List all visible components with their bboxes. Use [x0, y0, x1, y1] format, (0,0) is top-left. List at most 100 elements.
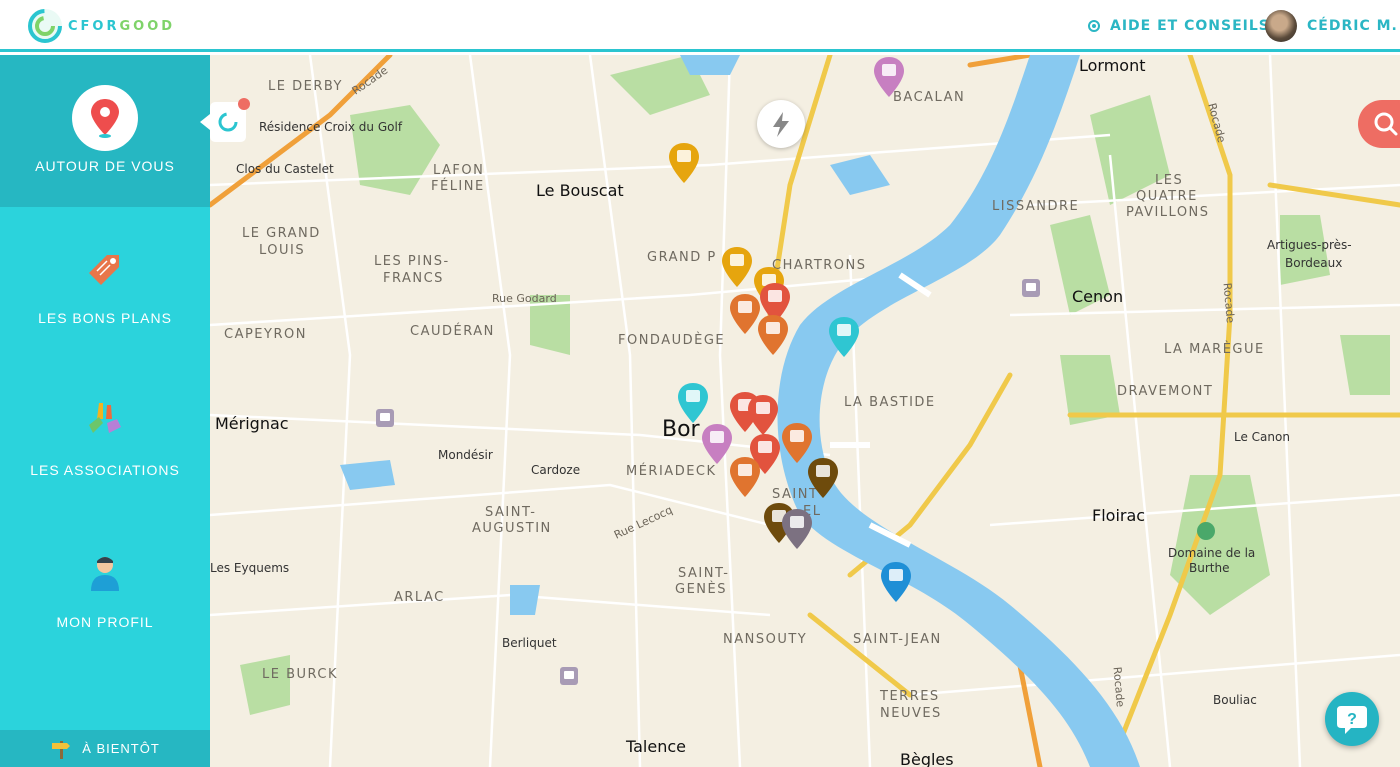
logo-mark-icon — [28, 9, 62, 43]
map-label: AUGUSTIN — [472, 521, 552, 536]
sidebar: AUTOUR DE VOUS LES BONS PLANS LES ASSOCI… — [0, 55, 210, 767]
lightning-icon — [773, 112, 789, 137]
marker-hair[interactable] — [780, 507, 814, 551]
map-label: CAUDÉRAN — [410, 324, 495, 339]
chat-question-icon: ? — [1337, 706, 1367, 734]
map-label: Talence — [626, 737, 686, 756]
sidebar-item-associations[interactable]: LES ASSOCIATIONS — [0, 359, 210, 511]
map-label: Floirac — [1092, 506, 1146, 525]
help-link[interactable]: AIDE ET CONSEILS — [1088, 18, 1270, 34]
map-label: TERRES — [880, 689, 940, 704]
map-view[interactable]: LE DERBY Résidence Croix du Golf Clos du… — [210, 55, 1400, 767]
map-label: GENÈS — [675, 582, 727, 597]
map-label: QUATRE — [1136, 189, 1198, 204]
marker-cafe-1[interactable] — [806, 456, 840, 500]
user-icon — [91, 557, 119, 591]
map-label: Domaine de la — [1168, 546, 1256, 560]
marker-gift-3[interactable] — [746, 393, 780, 437]
map-label: Bordeaux — [1285, 256, 1343, 270]
map-label: DRAVEMONT — [1117, 384, 1214, 399]
map-notification-button[interactable] — [200, 98, 252, 146]
logo-text-part-2: GOOD — [119, 18, 176, 34]
map-label: SAINT- — [485, 505, 537, 520]
map-label: LE DERBY — [268, 79, 343, 94]
map-label: Bouliac — [1213, 693, 1257, 707]
map-label: LOUIS — [259, 243, 306, 258]
map-label: Cenon — [1072, 287, 1124, 306]
map-label: Rocade — [1110, 666, 1127, 708]
map-label: Rue Godard — [492, 292, 557, 305]
map-label: FÉLINE — [431, 179, 485, 194]
marker-orange-2[interactable] — [756, 313, 790, 357]
map-label: CAPEYRON — [224, 327, 307, 342]
marker-theatre[interactable] — [879, 560, 913, 604]
lightning-button[interactable] — [757, 100, 805, 148]
map-label: LA BASTIDE — [844, 395, 936, 410]
logo-text: CFORGOOD — [68, 19, 175, 34]
help-chat-button[interactable]: ? — [1325, 692, 1379, 746]
location-pin-icon — [72, 85, 138, 151]
map-label: Rocade — [1220, 282, 1237, 324]
map-label: Les Eyquems — [210, 561, 290, 575]
marker-association-1[interactable] — [827, 315, 861, 359]
marker-shop-1[interactable] — [667, 141, 701, 185]
marker-health-2[interactable] — [872, 55, 906, 99]
map-label: Lormont — [1079, 56, 1146, 75]
map-label: LE BURCK — [262, 667, 339, 682]
cforgood-badge-icon — [200, 98, 250, 142]
map-label: FRANCS — [383, 271, 444, 286]
map-label: CHARTRONS — [772, 258, 867, 273]
marker-association-2[interactable] — [676, 381, 710, 425]
search-button[interactable] — [1358, 100, 1400, 148]
search-icon — [1374, 112, 1398, 136]
svg-text:?: ? — [1347, 711, 1357, 728]
sidebar-item-label: LES BONS PLANS — [38, 310, 172, 326]
logo-text-part-1: CFOR — [68, 18, 120, 34]
map-label: Berliquet — [502, 636, 557, 650]
map-label: GRAND P — [647, 250, 717, 265]
hands-icon — [89, 403, 121, 433]
map-label: LA MARÈGUE — [1164, 342, 1265, 357]
map-label: LES PINS- — [374, 254, 450, 269]
avatar — [1265, 10, 1297, 42]
sidebar-item-label: LES ASSOCIATIONS — [30, 462, 180, 478]
map-label: Artigues-près- — [1267, 238, 1352, 252]
map-label: NANSOUTY — [723, 632, 808, 647]
help-icon — [1088, 20, 1100, 32]
map-label: ARLAC — [394, 590, 445, 605]
user-name: CÉDRIC M. — [1307, 18, 1398, 34]
map-label: LAFON — [433, 163, 485, 178]
map-label: LE GRAND — [242, 226, 321, 241]
sidebar-item-profil[interactable]: MON PROFIL — [0, 511, 210, 663]
logout-button[interactable]: À BIENTÔT — [0, 730, 210, 767]
map-label: Bègles — [900, 750, 954, 767]
map-label: LES — [1155, 173, 1184, 188]
logout-label: À BIENTÔT — [82, 741, 160, 756]
map-label: Résidence Croix du Golf — [259, 120, 403, 134]
signpost-icon — [52, 740, 71, 759]
map-label: Clos du Castelet — [236, 162, 334, 176]
map-label: Mondésir — [438, 448, 493, 462]
map-background — [210, 55, 1400, 767]
marker-health-1[interactable] — [700, 422, 734, 466]
help-label: AIDE ET CONSEILS — [1110, 18, 1270, 34]
map-label: SAINT- — [678, 566, 730, 581]
sidebar-item-bons-plans[interactable]: LES BONS PLANS — [0, 207, 210, 359]
map-label: PAVILLONS — [1126, 205, 1210, 220]
sidebar-item-label: MON PROFIL — [56, 614, 154, 630]
map-label: Le Bouscat — [536, 181, 624, 200]
logo[interactable]: CFORGOOD — [28, 8, 175, 44]
map-label: NEUVES — [880, 706, 942, 721]
price-tag-icon — [89, 255, 119, 285]
sidebar-item-autour[interactable]: AUTOUR DE VOUS — [0, 55, 210, 207]
map-label: LISSANDRE — [992, 199, 1080, 214]
top-bar: CFORGOOD AIDE ET CONSEILS CÉDRIC M. — [0, 0, 1400, 52]
map-label: MÉRIADECK — [626, 464, 717, 479]
map-label: SAINT-JEAN — [853, 632, 942, 647]
map-label: Le Canon — [1234, 430, 1290, 444]
map-label: Cardoze — [531, 463, 581, 477]
map-label: FONDAUDÈGE — [618, 333, 726, 348]
user-menu[interactable]: CÉDRIC M. — [1265, 10, 1398, 42]
marker-shop-2[interactable] — [720, 245, 754, 289]
map-label: Mérignac — [215, 414, 289, 433]
